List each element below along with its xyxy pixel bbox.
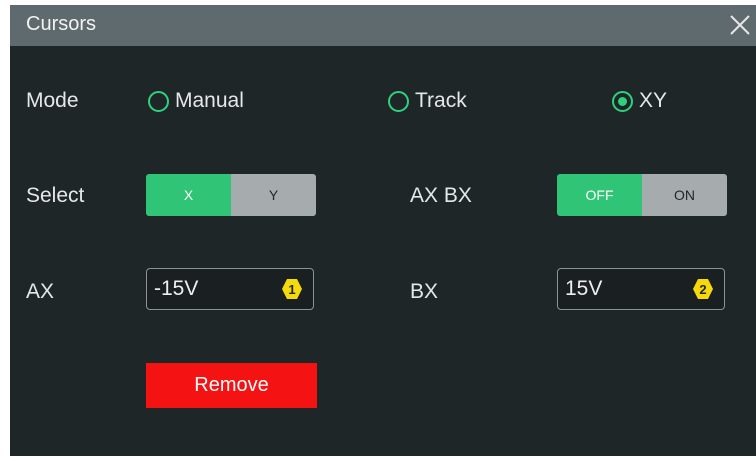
svg-text:1: 1 [288, 282, 295, 297]
select-toggle: X Y [146, 174, 316, 216]
mode-radio-manual[interactable]: Manual [148, 89, 244, 113]
radio-unchecked-icon [388, 90, 409, 112]
ax-value: -15V [154, 277, 199, 300]
knob-2-icon: 2 [693, 279, 713, 299]
remove-button[interactable]: Remove [146, 363, 317, 408]
bx-input[interactable]: 15V 2 [557, 268, 725, 310]
dialog-title: Cursors [26, 13, 97, 35]
mode-radio-xy[interactable]: XY [612, 89, 667, 113]
bx-value: 15V [565, 277, 603, 300]
mode-option-label: Track [415, 89, 467, 112]
radio-checked-icon [612, 90, 633, 112]
cursors-dialog: Cursors Mode Manual Track XY Select X Y … [10, 5, 756, 456]
close-icon[interactable] [726, 11, 754, 39]
mode-radio-track[interactable]: Track [388, 89, 467, 113]
axbx-off-option[interactable]: OFF [557, 174, 642, 216]
mode-option-label: XY [639, 89, 668, 112]
svg-text:2: 2 [699, 282, 706, 297]
ax-input[interactable]: -15V 1 [146, 268, 314, 310]
select-label: Select [26, 184, 85, 207]
axbx-on-option[interactable]: ON [642, 174, 727, 216]
radio-unchecked-icon [148, 90, 169, 112]
dialog-titlebar: Cursors [10, 5, 756, 46]
select-x-option[interactable]: X [146, 174, 231, 216]
bx-label: BX [410, 280, 439, 303]
axbx-toggle: OFF ON [557, 174, 727, 216]
axbx-label: AX BX [410, 184, 472, 207]
mode-label: Mode [26, 89, 79, 112]
select-y-option[interactable]: Y [231, 174, 316, 216]
knob-1-icon: 1 [282, 279, 302, 299]
ax-label: AX [26, 280, 55, 303]
mode-option-label: Manual [175, 89, 244, 112]
